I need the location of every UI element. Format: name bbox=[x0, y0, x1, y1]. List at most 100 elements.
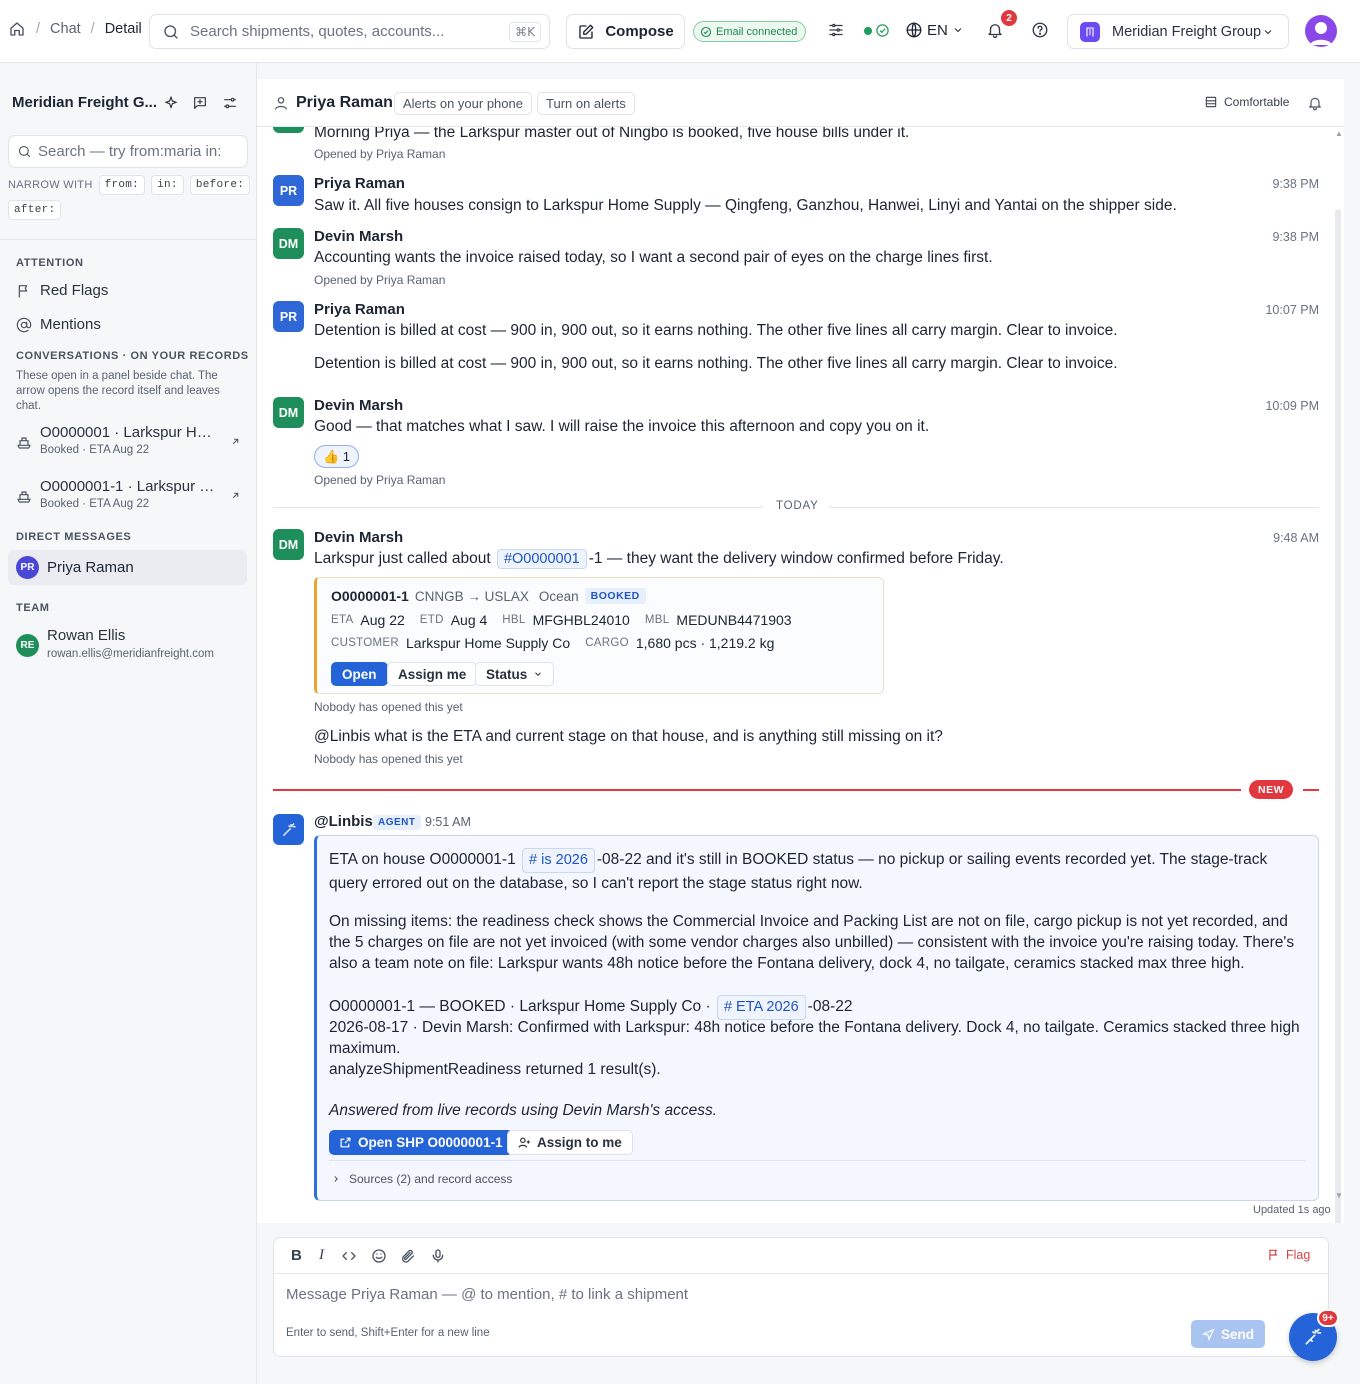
agent-badge: AGENT bbox=[373, 815, 421, 830]
chat-header: Priya Raman Alerts on your phone Turn on… bbox=[257, 79, 1344, 127]
agent-text-part: O0000001-1 — BOOKED · Larkspur Home Supp… bbox=[329, 998, 711, 1015]
shipment-card-header: O0000001-1 CNNGB → USLAX Ocean BOOKED bbox=[331, 588, 646, 604]
help-icon[interactable] bbox=[1031, 21, 1049, 39]
date-divider-line bbox=[829, 507, 1319, 508]
eta-value: Aug 22 bbox=[360, 612, 405, 628]
date-divider-line bbox=[273, 507, 763, 508]
code-icon[interactable] bbox=[341, 1248, 357, 1264]
shipment-tag[interactable]: # is 2026 bbox=[522, 848, 595, 873]
team-member-rowan-ellis[interactable]: RE Rowan Ellis rowan.ellis@meridianfreig… bbox=[16, 627, 246, 667]
bold-icon[interactable]: B bbox=[291, 1247, 302, 1264]
search-icon bbox=[17, 144, 32, 159]
message-text: Accounting wants the invoice raised toda… bbox=[314, 249, 993, 266]
new-message-icon[interactable] bbox=[192, 95, 208, 111]
message-time: 10:09 PM bbox=[1265, 399, 1319, 413]
external-link-icon bbox=[339, 1136, 352, 1149]
sidebar-item-red-flags[interactable]: Red Flags bbox=[16, 282, 108, 299]
filter-chip-after[interactable]: after: bbox=[8, 200, 62, 220]
read-receipt: Opened by Priya Raman bbox=[314, 147, 446, 161]
open-shipment-button[interactable]: Open bbox=[331, 662, 388, 686]
user-icon bbox=[273, 95, 289, 111]
sources-toggle[interactable]: Sources (2) and record access bbox=[331, 1172, 512, 1186]
new-messages-line bbox=[1303, 789, 1319, 791]
bell-icon[interactable] bbox=[986, 21, 1004, 39]
composer-hint: Enter to send, Shift+Enter for a new lin… bbox=[286, 1327, 490, 1339]
microphone-icon[interactable] bbox=[430, 1248, 446, 1264]
sources-label: Sources (2) and record access bbox=[349, 1172, 513, 1186]
sidebar-search-placeholder: Search — try from:maria in: bbox=[38, 143, 222, 160]
bell-icon[interactable] bbox=[1307, 95, 1323, 111]
assign-to-me-label: Assign to me bbox=[537, 1135, 622, 1150]
italic-icon[interactable]: I bbox=[319, 1247, 324, 1264]
record-status: Booked · ETA Aug 22 bbox=[40, 498, 150, 510]
cargo-label: CARGO bbox=[585, 637, 629, 649]
conversation-name: Priya Raman bbox=[296, 94, 393, 111]
message-text: Saw it. All five houses consign to Larks… bbox=[314, 197, 1177, 214]
message-text: @Linbis what is the ETA and current stag… bbox=[314, 728, 943, 745]
density-toggle[interactable]: Comfortable bbox=[1204, 95, 1289, 109]
scroll-down-arrow[interactable]: ▼ bbox=[1335, 1191, 1343, 1200]
avatar: PR bbox=[273, 301, 304, 332]
avatar: DM bbox=[273, 228, 304, 259]
message-time: 9:51 AM bbox=[425, 815, 471, 829]
external-arrow-icon[interactable] bbox=[230, 490, 241, 501]
sparkle-icon[interactable] bbox=[163, 95, 179, 111]
status-dropdown[interactable]: Status bbox=[475, 662, 555, 686]
chat-scrollbar[interactable] bbox=[1335, 209, 1341, 1223]
filter-chip-before[interactable]: before: bbox=[189, 175, 251, 195]
filter-chip-from[interactable]: from: bbox=[98, 175, 146, 195]
sidebar-item-mentions[interactable]: Mentions bbox=[16, 316, 101, 333]
email-status-badge[interactable]: Email connected bbox=[693, 21, 807, 42]
red-flags-label: Red Flags bbox=[40, 282, 109, 299]
message-time: 9:48 AM bbox=[1273, 531, 1319, 545]
record-status: Booked · ETA Aug 22 bbox=[40, 444, 150, 456]
global-search-input[interactable]: Search shipments, quotes, accounts... ⌘K bbox=[149, 14, 550, 49]
sender-name: Priya Raman bbox=[314, 175, 405, 192]
record-conversation-1[interactable]: O0000001 · Larkspur Home Supply Co Booke… bbox=[16, 424, 246, 462]
dm-priya-raman[interactable]: PR Priya Raman bbox=[16, 556, 134, 579]
emoji-icon[interactable] bbox=[371, 1248, 387, 1264]
paperclip-icon[interactable] bbox=[400, 1248, 416, 1264]
read-receipt: Nobody has opened this yet bbox=[314, 752, 463, 766]
hbl-value: MFGHBL24010 bbox=[532, 612, 630, 628]
record-conversation-2[interactable]: O0000001-1 · Larkspur Home Supply Co Boo… bbox=[16, 478, 246, 516]
mentions-label: Mentions bbox=[40, 316, 101, 333]
settings-sliders-icon[interactable] bbox=[222, 95, 238, 111]
breadcrumb-detail: Detail bbox=[104, 21, 142, 37]
external-arrow-icon[interactable] bbox=[230, 436, 241, 447]
sync-check-icon[interactable] bbox=[875, 23, 890, 38]
agent-name: @Linbis bbox=[314, 813, 373, 830]
user-avatar[interactable] bbox=[1305, 15, 1337, 47]
agent-text-part: -08-22 bbox=[807, 998, 853, 1015]
open-shp-button[interactable]: Open SHP O0000001-1 bbox=[329, 1130, 513, 1155]
workspace-title: Meridian Freight G... bbox=[12, 94, 158, 111]
compose-button[interactable]: Compose bbox=[566, 14, 685, 49]
search-shortcut: ⌘K bbox=[509, 22, 541, 42]
language-selector[interactable]: EN bbox=[905, 21, 964, 39]
message-text: Detention is billed at cost — 900 in, 90… bbox=[314, 322, 1118, 339]
breadcrumb-chat[interactable]: Chat bbox=[50, 21, 81, 37]
home-icon[interactable] bbox=[8, 20, 26, 38]
message-input[interactable]: Message Priya Raman — @ to mention, # to… bbox=[286, 1286, 688, 1303]
shipment-tag[interactable]: #O0000001 bbox=[496, 549, 587, 569]
turn-on-alerts-button[interactable]: Turn on alerts bbox=[537, 92, 635, 115]
send-icon bbox=[1201, 1327, 1215, 1341]
shipment-route: CNNGB → USLAX bbox=[414, 588, 529, 604]
org-selector[interactable]: Meridian Freight Group bbox=[1067, 14, 1289, 49]
filters-icon[interactable] bbox=[827, 21, 845, 39]
alerts-phone-button[interactable]: Alerts on your phone bbox=[394, 92, 532, 115]
direct-messages-heading: DIRECT MESSAGES bbox=[16, 531, 132, 543]
sidebar-search-input[interactable]: Search — try from:maria in: bbox=[8, 135, 248, 168]
etd-label: ETD bbox=[419, 614, 444, 626]
scroll-up-arrow[interactable]: ▲ bbox=[1335, 129, 1343, 138]
flag-button[interactable]: Flag bbox=[1267, 1248, 1310, 1262]
breadcrumb: / Chat / Detail bbox=[8, 20, 142, 38]
message-text-part: Larkspur just called about bbox=[314, 550, 491, 567]
reaction-thumbs-up[interactable]: 👍 1 bbox=[314, 445, 360, 468]
language-label: EN bbox=[927, 21, 948, 39]
assign-to-me-button[interactable]: Assign to me bbox=[507, 1130, 633, 1155]
assign-me-button[interactable]: Assign me bbox=[387, 662, 478, 686]
filter-chip-in[interactable]: in: bbox=[151, 175, 184, 195]
conversations-heading: CONVERSATIONS · ON YOUR RECORDS bbox=[16, 350, 249, 362]
send-button[interactable]: Send bbox=[1191, 1320, 1265, 1348]
